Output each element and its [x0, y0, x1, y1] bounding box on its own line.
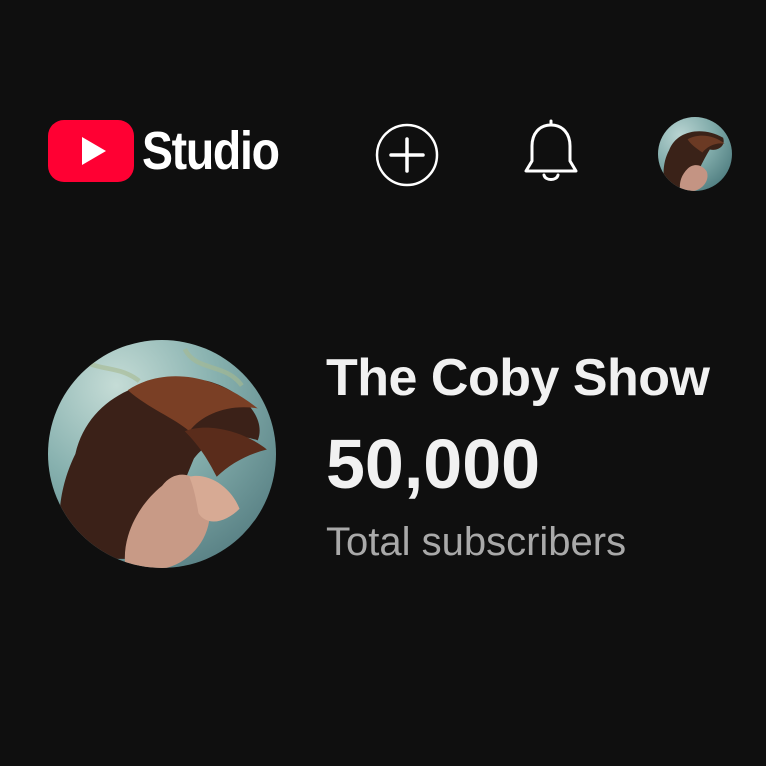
youtube-play-icon [48, 120, 134, 182]
bell-icon [524, 119, 578, 181]
youtube-studio-logo[interactable]: Studio [48, 120, 301, 182]
account-avatar[interactable] [658, 117, 732, 191]
studio-page: Studio The Coby Show 50,000 Total subscr… [0, 0, 766, 766]
avatar-image [658, 117, 732, 191]
notifications-button[interactable] [518, 118, 584, 190]
add-circle-icon [375, 123, 439, 187]
avatar-image [48, 340, 276, 568]
subscriber-label: Total subscribers [326, 520, 627, 564]
logo-text: Studio [142, 121, 280, 181]
create-button[interactable] [372, 120, 442, 190]
channel-name: The Coby Show [326, 349, 710, 407]
channel-avatar [48, 340, 276, 568]
subscriber-count: 50,000 [326, 425, 541, 503]
